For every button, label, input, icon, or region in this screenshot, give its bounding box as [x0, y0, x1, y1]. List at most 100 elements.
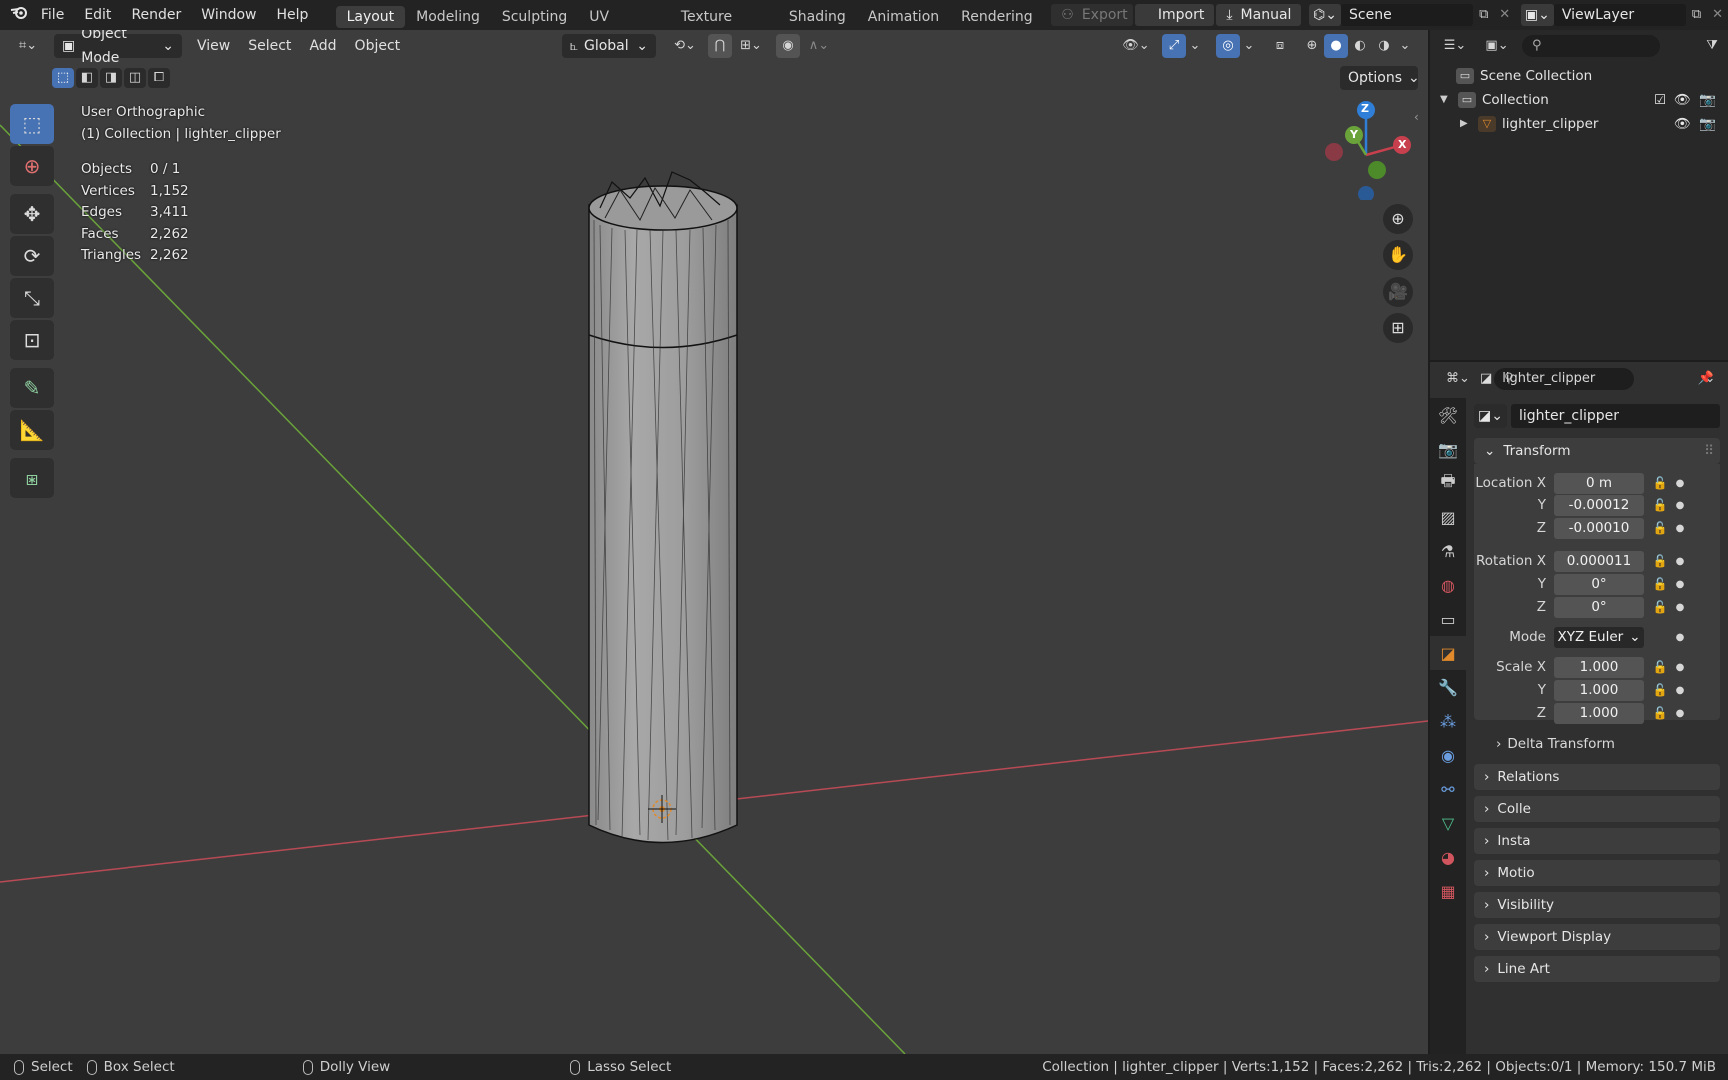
tab-physics[interactable]: ◉: [1430, 738, 1466, 772]
scale-y-field[interactable]: 1.000: [1554, 679, 1644, 701]
collapse-sidebar-icon[interactable]: ‹: [1414, 110, 1419, 124]
view-layer-selector-button[interactable]: ▣⌄: [1520, 4, 1554, 26]
tab-rendering[interactable]: Rendering: [950, 6, 1044, 28]
keyframe-dot-icon[interactable]: ●: [1672, 478, 1688, 489]
lock-icon[interactable]: 🔓: [1648, 476, 1672, 490]
menu-view[interactable]: View: [188, 38, 239, 54]
lock-icon[interactable]: 🔓: [1648, 683, 1672, 697]
panel-visibility[interactable]: › Visibility: [1474, 892, 1720, 918]
rotation-mode-dropdown[interactable]: XYZ Euler ⌄: [1554, 626, 1644, 648]
location-y-field[interactable]: -0.00012: [1554, 494, 1644, 516]
select-intersect-icon[interactable]: ⧠: [148, 68, 170, 88]
wireframe-shading-icon[interactable]: ⊕: [1300, 34, 1324, 58]
keyframe-dot-icon[interactable]: ●: [1672, 662, 1688, 673]
display-mode-icon[interactable]: ▣⌄: [1480, 34, 1514, 58]
scale-z-field[interactable]: 1.000: [1554, 702, 1644, 724]
tab-tool[interactable]: 🛠: [1430, 398, 1466, 432]
tab-modeling[interactable]: Modeling: [405, 6, 491, 28]
expand-arrow-icon[interactable]: ▶: [1460, 113, 1472, 135]
menu-add[interactable]: Add: [300, 38, 345, 54]
collapse-arrow-icon[interactable]: ▼: [1440, 89, 1452, 111]
tool-select-box[interactable]: ⬚: [10, 104, 54, 144]
select-subtract-icon[interactable]: ◨: [100, 68, 122, 88]
drag-handle-icon[interactable]: ⠿: [1704, 438, 1714, 464]
keyframe-dot-icon[interactable]: ●: [1672, 523, 1688, 534]
tree-item-lighter-clipper[interactable]: ▶ ▽ lighter_clipper 👁 📷: [1460, 113, 1726, 135]
tree-item-scene-collection[interactable]: ▭ Scene Collection: [1456, 65, 1726, 87]
snap-target-icon[interactable]: ⊞⌄: [734, 34, 768, 58]
tab-render[interactable]: 📷: [1430, 432, 1466, 466]
keyframe-dot-icon[interactable]: ●: [1672, 579, 1688, 590]
tab-texture-paint[interactable]: Texture Paint: [670, 6, 778, 47]
tool-rotate[interactable]: ⟳: [10, 236, 54, 276]
checkbox-checked-icon[interactable]: ☑: [1654, 89, 1666, 111]
overlays-dropdown-icon[interactable]: ⌄: [1240, 34, 1258, 58]
new-scene-icon[interactable]: ⧉: [1473, 4, 1494, 26]
viewport-scene[interactable]: [0, 30, 1428, 1054]
pivot-point-icon[interactable]: ⟲⌄: [668, 34, 702, 58]
scale-x-field[interactable]: 1.000: [1554, 656, 1644, 678]
lock-icon[interactable]: 🔓: [1648, 577, 1672, 591]
close-view-layer-icon[interactable]: ✕: [1707, 4, 1728, 26]
editor-type-icon[interactable]: ⌗⌄: [10, 34, 46, 58]
menu-select[interactable]: Select: [239, 38, 300, 54]
xray-icon[interactable]: ⧈: [1268, 34, 1292, 58]
falloff-icon[interactable]: ∧⌄: [802, 34, 836, 58]
subpanel-delta-transform[interactable]: › Delta Transform: [1484, 732, 1720, 756]
tab-uv-editing[interactable]: UV Editing: [578, 6, 670, 47]
tab-scene[interactable]: ⚗: [1430, 534, 1466, 568]
tab-output[interactable]: 🖶: [1430, 466, 1466, 500]
lock-icon[interactable]: 🔓: [1648, 498, 1672, 512]
keyframe-dot-icon[interactable]: ●: [1672, 602, 1688, 613]
tab-constraints[interactable]: ⚯: [1430, 772, 1466, 806]
tab-material[interactable]: ◕: [1430, 840, 1466, 874]
tab-particles[interactable]: ⁂: [1430, 704, 1466, 738]
keyframe-dot-icon[interactable]: ●: [1672, 708, 1688, 719]
shading-dropdown-icon[interactable]: ⌄: [1396, 34, 1414, 58]
rendered-shading-icon[interactable]: ◑: [1372, 34, 1396, 58]
pan-button[interactable]: ✋: [1383, 240, 1413, 270]
scene-selector-button[interactable]: ⌬⌄: [1309, 4, 1341, 26]
export-button[interactable]: ⚇ Export: [1051, 4, 1134, 26]
keyframe-dot-icon[interactable]: ●: [1672, 685, 1688, 696]
tab-layout[interactable]: Layout: [335, 6, 406, 28]
object-name-field[interactable]: lighter_clipper: [1510, 404, 1720, 428]
rotation-x-field[interactable]: 0.000011: [1554, 550, 1644, 572]
tab-shading[interactable]: Shading: [778, 6, 857, 28]
tool-cursor[interactable]: ⊕: [10, 146, 54, 186]
keyframe-dot-icon[interactable]: ●: [1672, 556, 1688, 567]
tool-move[interactable]: ✥: [10, 194, 54, 234]
menu-window[interactable]: Window: [191, 0, 266, 30]
panel-relations[interactable]: › Relations: [1474, 764, 1720, 790]
menu-object[interactable]: Object: [346, 38, 410, 54]
select-new-icon[interactable]: ⬚: [52, 68, 74, 88]
import-button[interactable]: Import: [1135, 4, 1215, 26]
menu-help[interactable]: Help: [266, 0, 318, 30]
solid-shading-icon[interactable]: ●: [1324, 34, 1348, 58]
tool-annotate[interactable]: ✎: [10, 368, 54, 408]
tab-view-layer[interactable]: ▨: [1430, 500, 1466, 534]
mode-dropdown[interactable]: ▣ Object Mode ⌄: [54, 30, 182, 66]
close-scene-icon[interactable]: ✕: [1494, 4, 1515, 26]
location-z-field[interactable]: -0.00010: [1554, 517, 1644, 539]
tool-add-cube[interactable]: ⧆: [10, 458, 54, 498]
keyframe-dot-icon[interactable]: ●: [1672, 632, 1688, 643]
tab-texture[interactable]: ▦: [1430, 874, 1466, 908]
render-camera-icon[interactable]: 📷: [1699, 113, 1716, 135]
panel-collections[interactable]: › Colle: [1474, 796, 1720, 822]
snap-icon[interactable]: ⋂: [708, 34, 732, 58]
scene-name-field[interactable]: Scene: [1341, 4, 1474, 26]
pin-icon[interactable]: 📌: [1698, 371, 1714, 386]
gizmo-dropdown-icon[interactable]: ⌄: [1186, 34, 1204, 58]
eye-icon[interactable]: 👁: [1674, 89, 1691, 111]
blender-logo-icon[interactable]: [8, 4, 31, 26]
new-view-layer-icon[interactable]: ⧉: [1686, 4, 1707, 26]
select-extend-icon[interactable]: ◧: [76, 68, 98, 88]
gizmo-toggle-icon[interactable]: ⤢: [1162, 34, 1186, 58]
panel-line-art[interactable]: › Line Art: [1474, 956, 1720, 982]
tab-data[interactable]: ▽: [1430, 806, 1466, 840]
tree-item-collection[interactable]: ▼ ▭ Collection ☑ 👁 📷: [1440, 89, 1726, 111]
panel-instancing[interactable]: › Insta: [1474, 828, 1720, 854]
navigation-gizmo[interactable]: Z X Y: [1316, 100, 1416, 202]
tab-modifiers[interactable]: 🔧: [1430, 670, 1466, 704]
